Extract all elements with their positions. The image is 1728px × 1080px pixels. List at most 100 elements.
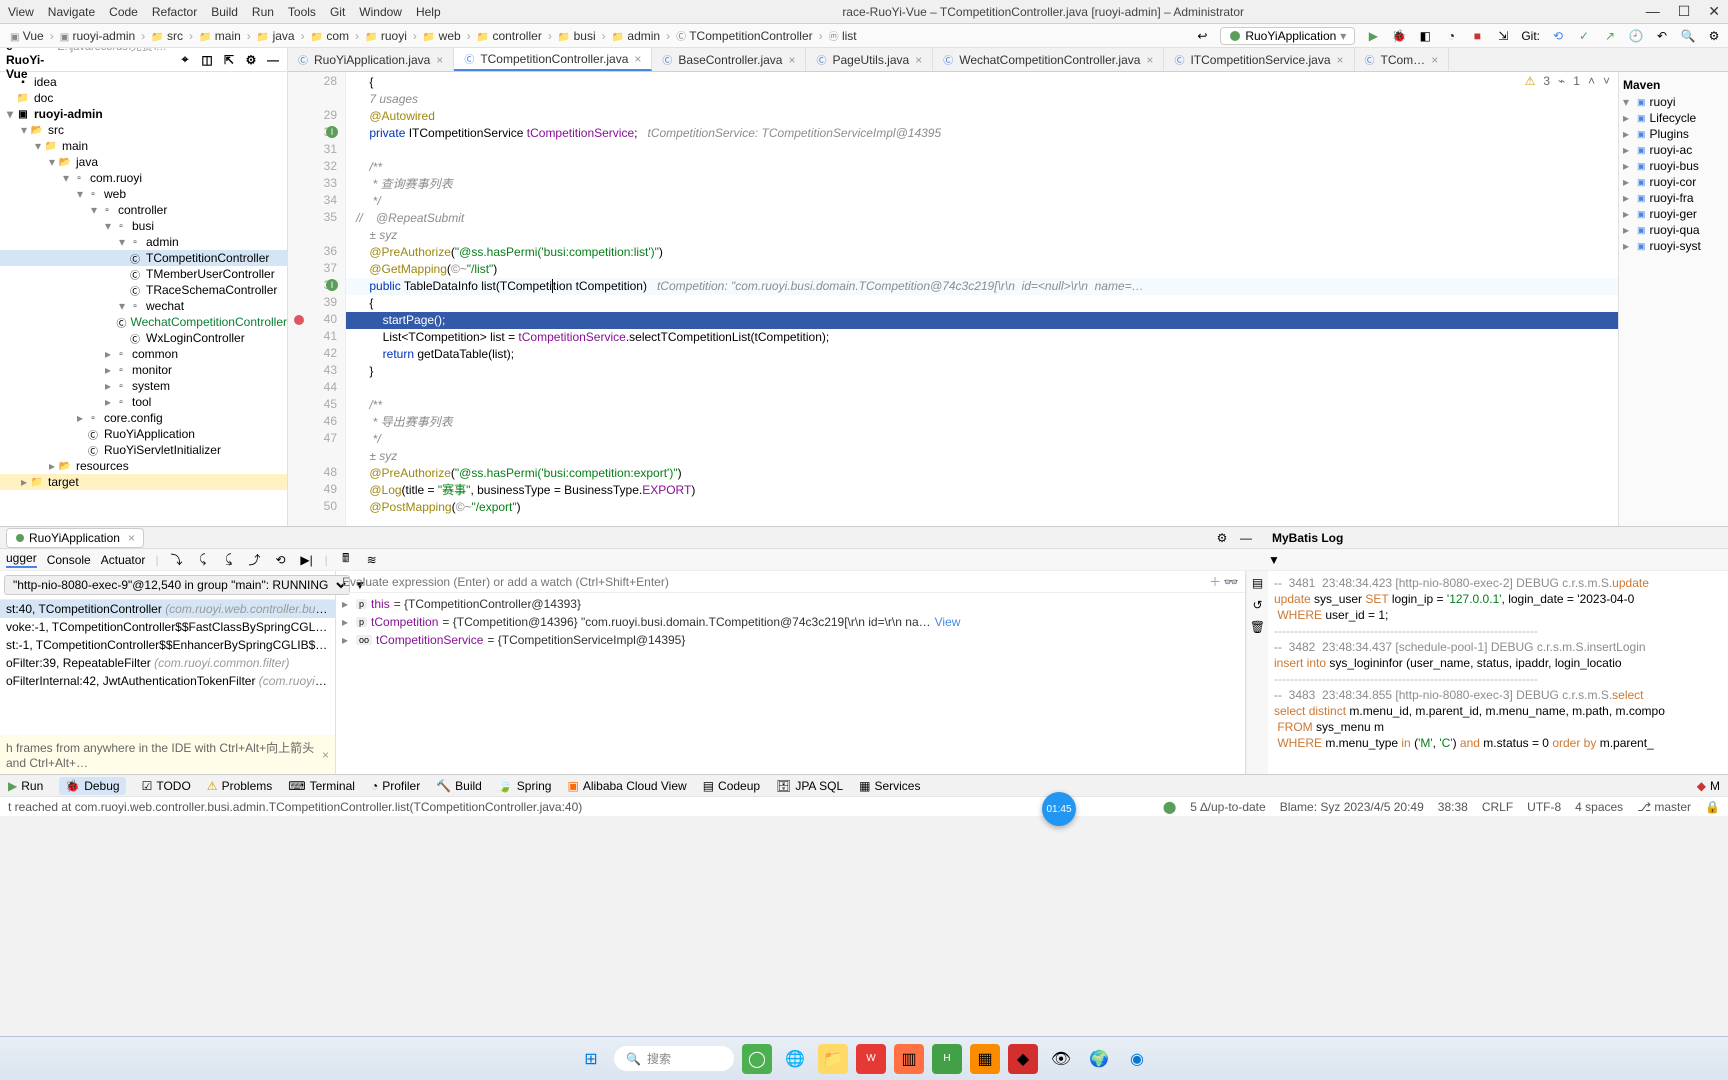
tool-terminal[interactable]: ⌨Terminal xyxy=(288,779,355,793)
close-tab-icon[interactable]: × xyxy=(1146,53,1153,67)
editor-tab[interactable]: ⒸTCom…× xyxy=(1355,48,1450,71)
tool-codeup[interactable]: ▤Codeup xyxy=(703,779,760,793)
git-history-icon[interactable]: 🕘 xyxy=(1628,28,1644,44)
run-to-cursor-icon[interactable]: ▶| xyxy=(299,552,315,568)
tool-services[interactable]: ▦Services xyxy=(859,779,920,793)
menu-code[interactable]: Code xyxy=(109,5,138,19)
git-commit-icon[interactable]: ✓ xyxy=(1576,28,1592,44)
variable-row[interactable]: ▸p this = {TCompetitionController@14393} xyxy=(336,595,1245,613)
add-watch-icon[interactable]: ＋ xyxy=(1207,574,1223,590)
status-caret-pos[interactable]: 38:38 xyxy=(1438,800,1468,814)
close-tab-icon[interactable]: × xyxy=(788,53,795,67)
timer-overlay-badge[interactable]: 01:45 xyxy=(1042,792,1076,826)
project-expand-icon[interactable]: ◫ xyxy=(199,52,215,68)
tree-node[interactable]: ⒸRuoYiServletInitializer xyxy=(0,442,287,458)
maven-node[interactable]: ▸▣ruoyi-cor xyxy=(1623,174,1724,190)
variable-row[interactable]: ▸p tCompetition = {TCompetition@14396} "… xyxy=(336,613,1245,631)
menu-view[interactable]: View xyxy=(8,5,34,19)
git-push-icon[interactable]: ↗ xyxy=(1602,28,1618,44)
status-lock-icon[interactable]: 🔒 xyxy=(1705,800,1720,814)
tree-node[interactable]: ⒸTMemberUserController xyxy=(0,266,287,282)
step-out-icon[interactable]: ⤴ xyxy=(247,552,263,568)
code-editor[interactable]: 2829303132333435363738394041424344454647… xyxy=(288,72,1618,526)
tree-node[interactable]: ⒸRuoYiApplication xyxy=(0,426,287,442)
maven-node[interactable]: ▸▣ruoyi-fra xyxy=(1623,190,1724,206)
vars-restore-icon[interactable]: ↺ xyxy=(1250,597,1266,613)
taskbar-app-6[interactable]: 👁 xyxy=(1046,1044,1076,1074)
tree-node[interactable]: ▸▫monitor xyxy=(0,362,287,378)
tree-node[interactable]: ▪idea xyxy=(0,74,287,90)
maven-node[interactable]: ▸▣Lifecycle xyxy=(1623,110,1724,126)
evaluate-input[interactable] xyxy=(342,575,1207,589)
thread-selector[interactable]: "http-nio-8080-exec-9"@12,540 in group "… xyxy=(4,575,350,595)
git-rollback-icon[interactable]: ↶ xyxy=(1654,28,1670,44)
maven-node[interactable]: ▸▣ruoyi-qua xyxy=(1623,222,1724,238)
code-line[interactable]: ± syz xyxy=(346,227,1618,244)
debug-run-tab[interactable]: RuoYiApplication × xyxy=(6,528,144,548)
tree-node[interactable]: ⒸWechatCompetitionController xyxy=(0,314,287,330)
code-line[interactable]: @PostMapping(©~"/export") xyxy=(346,499,1618,516)
stack-frame[interactable]: voke:-1, TCompetitionController$$FastCla… xyxy=(0,618,335,636)
taskbar-app-2[interactable]: ▥ xyxy=(894,1044,924,1074)
status-blame[interactable]: Blame: Syz 2023/4/5 20:49 xyxy=(1280,800,1424,814)
debug-settings-icon[interactable]: ⚙ xyxy=(1214,530,1230,546)
project-hide-icon[interactable]: — xyxy=(265,52,281,68)
settings-icon[interactable]: ⚙ xyxy=(1706,28,1722,44)
tree-node[interactable]: ▾▫admin xyxy=(0,234,287,250)
tree-node[interactable]: ▾▣ruoyi-admin xyxy=(0,106,287,122)
project-settings-icon[interactable]: ⚙ xyxy=(243,52,259,68)
status-branch[interactable]: ⎇ master xyxy=(1637,800,1691,814)
close-tab-icon[interactable]: × xyxy=(1337,53,1344,67)
force-step-into-icon[interactable]: ⤹̲ xyxy=(221,552,237,568)
breadcrumb-item[interactable]: Ⓒ TCompetitionController xyxy=(672,28,817,43)
code-line[interactable]: */ xyxy=(346,431,1618,448)
breadcrumb-item[interactable]: 📁 src xyxy=(147,29,187,43)
window-maximize[interactable]: ☐ xyxy=(1678,3,1691,20)
taskbar-app-3[interactable]: H xyxy=(932,1044,962,1074)
editor-tab[interactable]: ⒸWechatCompetitionController.java× xyxy=(933,48,1164,71)
code-line[interactable]: /** xyxy=(346,397,1618,414)
debugger-tab[interactable]: ugger xyxy=(6,551,37,568)
breadcrumb-item[interactable]: 📁 java xyxy=(253,29,299,43)
code-line[interactable]: // @RepeatSubmit xyxy=(346,210,1618,227)
console-tab[interactable]: Console xyxy=(47,553,91,567)
menu-navigate[interactable]: Navigate xyxy=(48,5,95,19)
tree-node[interactable]: ▸▫core.config xyxy=(0,410,287,426)
mybatis-filter-icon[interactable]: ▼ xyxy=(1266,552,1282,568)
code-line[interactable]: ± syz xyxy=(346,448,1618,465)
maven-tool-window[interactable]: Maven ▾▣ruoyi▸▣Lifecycle▸▣Plugins▸▣ruoyi… xyxy=(1618,72,1728,526)
window-minimize[interactable]: — xyxy=(1646,3,1660,20)
tool-spring[interactable]: 🍃Spring xyxy=(498,779,552,793)
taskbar-search[interactable]: 🔍 搜索 xyxy=(614,1046,734,1071)
code-line[interactable]: startPage(); xyxy=(346,312,1618,329)
menu-window[interactable]: Window xyxy=(359,5,402,19)
taskbar-explorer[interactable]: 📁 xyxy=(818,1044,848,1074)
tree-node[interactable]: ⒸWxLoginController xyxy=(0,330,287,346)
tree-node[interactable]: ▾▫web xyxy=(0,186,287,202)
taskbar-app-7[interactable]: 🌍 xyxy=(1084,1044,1114,1074)
code-line[interactable]: List<TCompetition> list = tCompetitionSe… xyxy=(346,329,1618,346)
tree-node[interactable]: ▸📁target xyxy=(0,474,287,490)
frames-hint-close-icon[interactable]: × xyxy=(322,748,329,762)
breadcrumb-item[interactable]: 📁 web xyxy=(419,29,465,43)
taskbar-edge[interactable]: ◉ xyxy=(1122,1044,1152,1074)
tool-profiler[interactable]: ◔Profiler xyxy=(371,779,420,793)
code-line[interactable]: } xyxy=(346,363,1618,380)
coverage-icon[interactable]: ◧ xyxy=(1417,28,1433,44)
tree-node[interactable]: ▾📁main xyxy=(0,138,287,154)
vars-delete-icon[interactable]: 🗑 xyxy=(1250,619,1266,635)
git-update-icon[interactable]: ⟲ xyxy=(1550,28,1566,44)
tool-todo[interactable]: ☑TODO xyxy=(142,779,191,793)
variable-row[interactable]: ▸oo tCompetitionService = {TCompetitionS… xyxy=(336,631,1245,649)
breadcrumb-item[interactable]: 📁 ruoyi xyxy=(361,29,411,43)
maven-node[interactable]: ▸▣ruoyi-bus xyxy=(1623,158,1724,174)
back-icon[interactable]: ↩ xyxy=(1194,28,1210,44)
tree-node[interactable]: ▸▫system xyxy=(0,378,287,394)
editor-tab[interactable]: ⒸPageUtils.java× xyxy=(806,48,933,71)
taskbar-wps[interactable]: W xyxy=(856,1044,886,1074)
next-highlight-icon[interactable]: ˅ xyxy=(1603,74,1610,88)
menu-help[interactable]: Help xyxy=(416,5,441,19)
stack-frame[interactable]: st:-1, TCompetitionController$$EnhancerB… xyxy=(0,636,335,654)
code-line[interactable]: { xyxy=(346,295,1618,312)
menu-run[interactable]: Run xyxy=(252,5,274,19)
